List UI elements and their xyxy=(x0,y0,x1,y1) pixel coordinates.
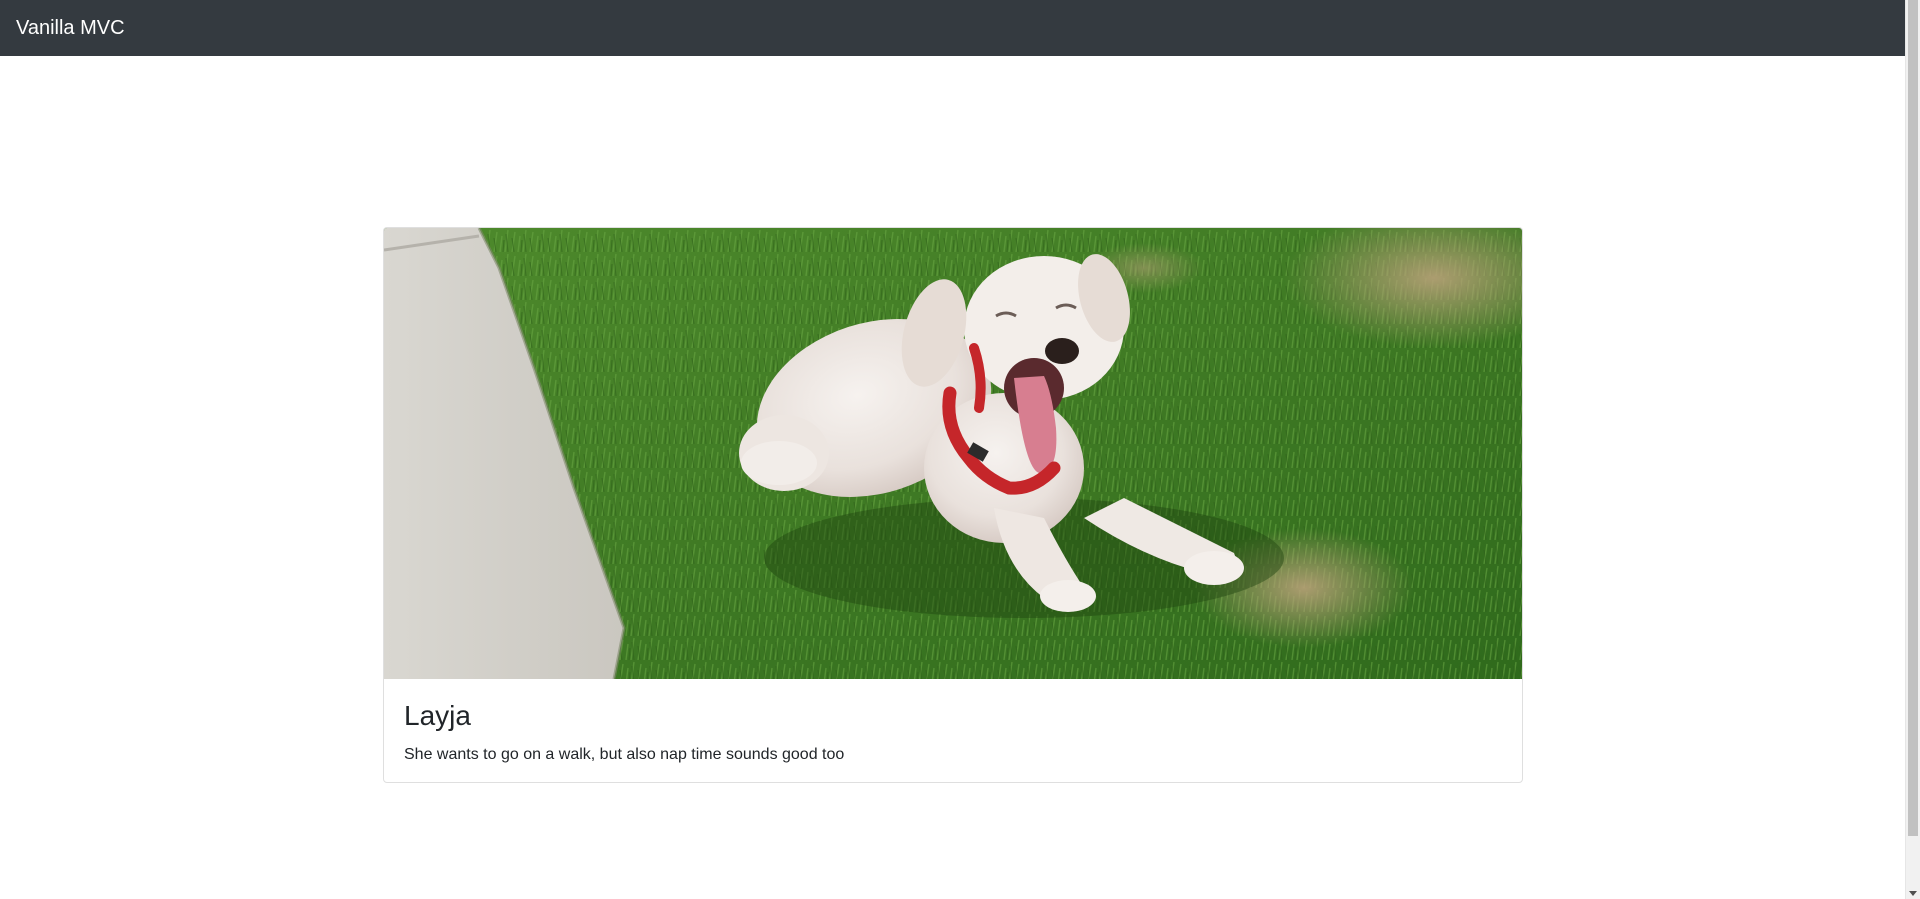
card-body: Layja She wants to go on a walk, but als… xyxy=(384,679,1522,782)
card-text: She wants to go on a walk, but also nap … xyxy=(404,745,845,763)
page: Vanilla MVC Layja She wants to go on a w… xyxy=(0,0,1920,899)
navbar-brand-link[interactable]: Vanilla MVC xyxy=(16,18,125,38)
scroll-down-arrow-icon[interactable] xyxy=(1909,891,1917,896)
card-title: Layja xyxy=(404,700,471,731)
navbar: Vanilla MVC xyxy=(0,0,1905,56)
vertical-scrollbar[interactable] xyxy=(1905,0,1920,899)
dog-photo xyxy=(384,228,1522,679)
pet-card: Layja She wants to go on a walk, but als… xyxy=(383,227,1523,783)
scrollbar-thumb[interactable] xyxy=(1908,0,1918,836)
